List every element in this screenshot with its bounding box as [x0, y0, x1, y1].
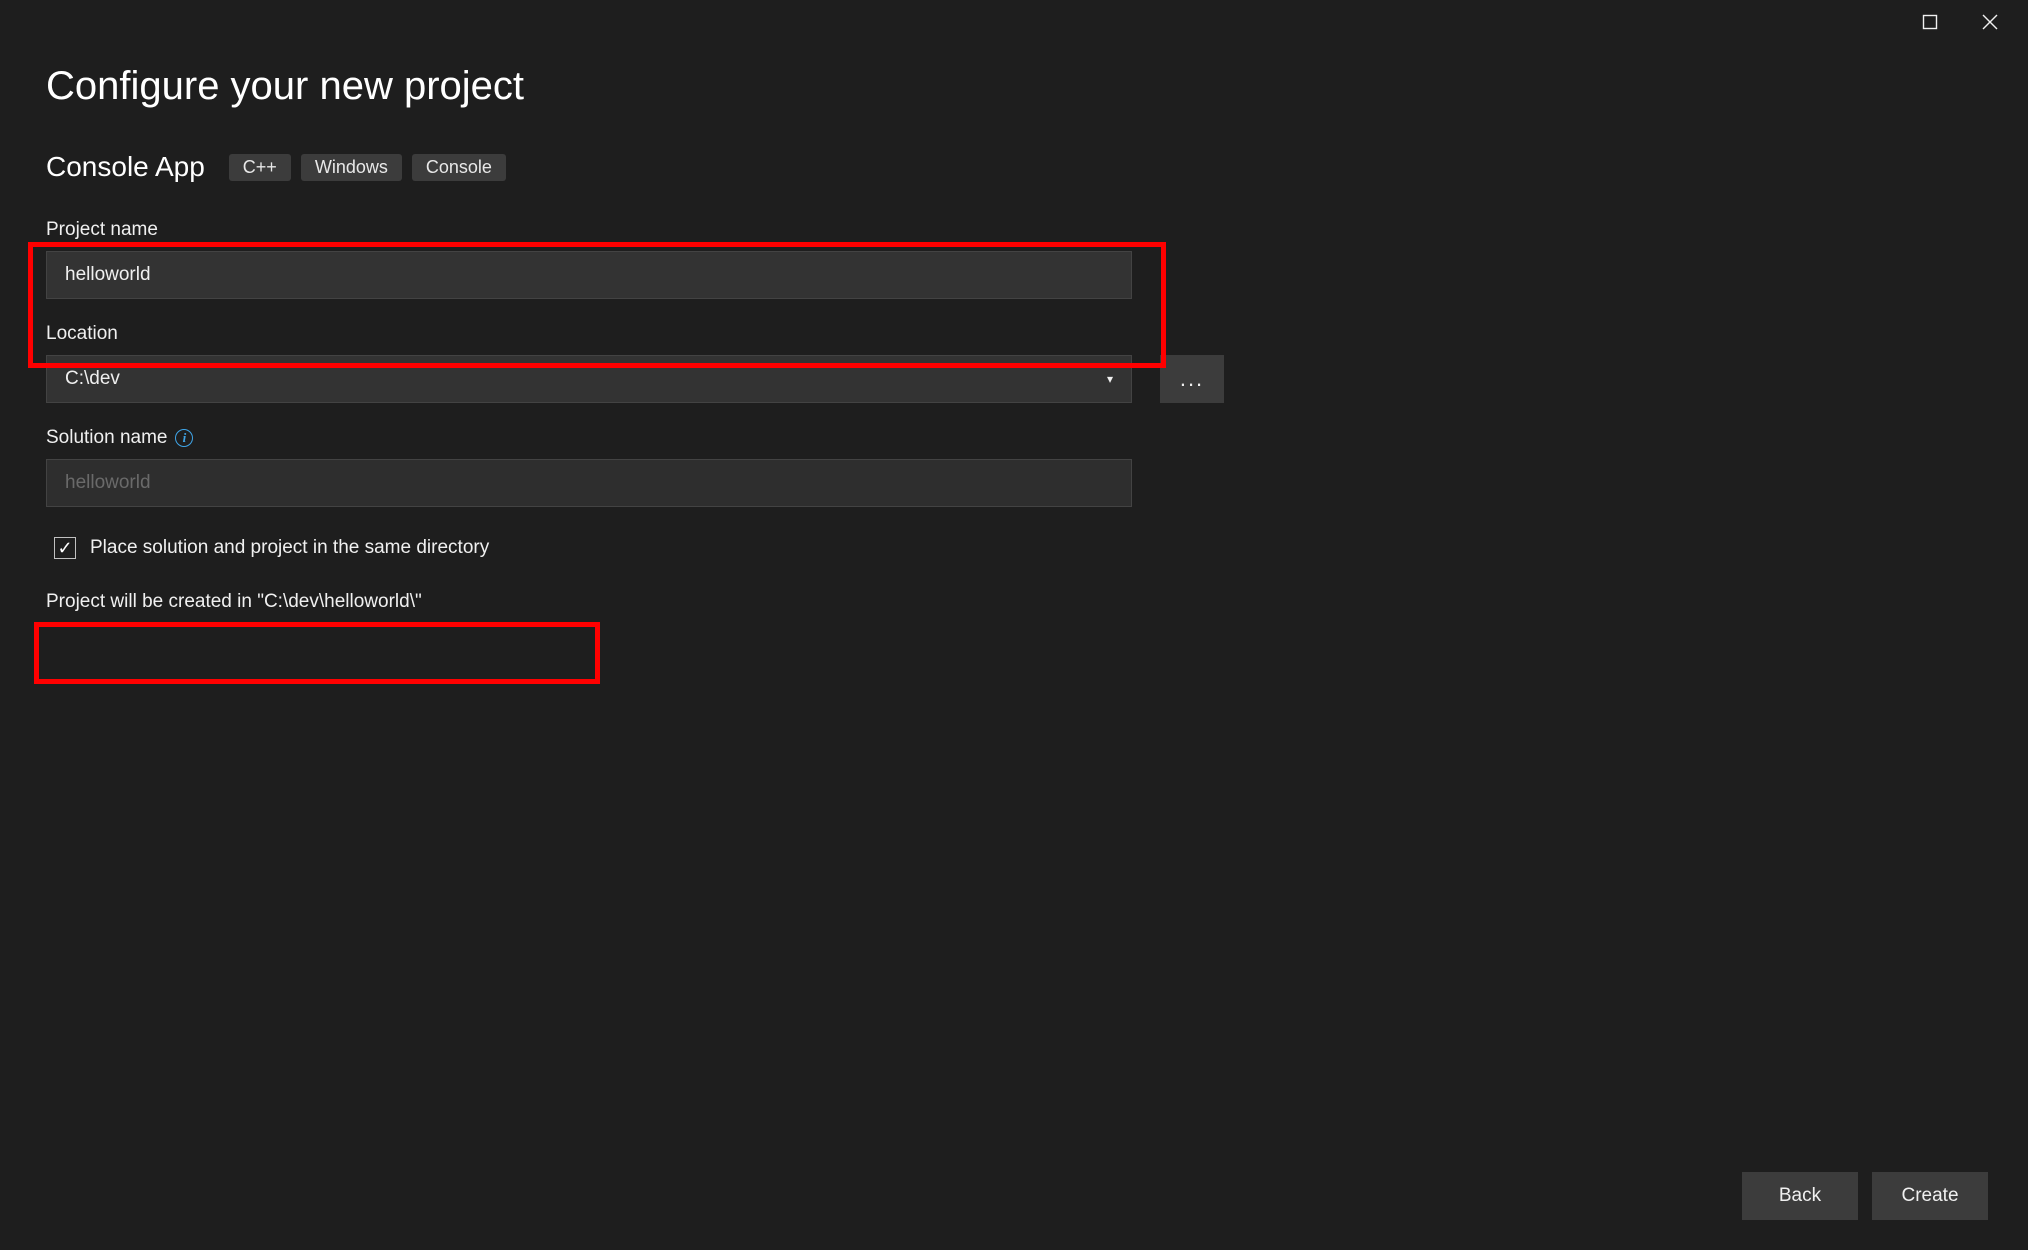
- solution-name-label-text: Solution name: [46, 427, 167, 449]
- template-name: Console App: [46, 151, 205, 183]
- close-button[interactable]: [1960, 0, 2020, 44]
- template-tag: C++: [229, 154, 291, 181]
- browse-button[interactable]: ...: [1160, 355, 1224, 403]
- info-icon[interactable]: i: [175, 429, 193, 447]
- maximize-button[interactable]: [1900, 0, 1960, 44]
- location-label: Location: [46, 323, 1982, 345]
- project-name-label: Project name: [46, 219, 1982, 241]
- project-name-input[interactable]: [46, 251, 1132, 299]
- new-project-dialog: Configure your new project Console App C…: [0, 0, 2028, 1250]
- close-icon: [1982, 14, 1998, 30]
- titlebar: [0, 0, 2028, 44]
- content-area: Configure your new project Console App C…: [0, 44, 2028, 1250]
- create-button[interactable]: Create: [1872, 1172, 1988, 1220]
- chevron-down-icon: ▾: [1107, 372, 1113, 386]
- template-tag: Windows: [301, 154, 402, 181]
- location-value: C:\dev: [65, 368, 120, 390]
- template-row: Console App C++ Windows Console: [46, 151, 1982, 183]
- same-directory-checkbox[interactable]: [54, 537, 76, 559]
- same-directory-label: Place solution and project in the same d…: [90, 537, 489, 559]
- solution-name-input: [46, 459, 1132, 507]
- maximize-icon: [1922, 14, 1938, 30]
- project-path-hint: Project will be created in "C:\dev\hello…: [46, 591, 1982, 613]
- same-directory-row[interactable]: Place solution and project in the same d…: [46, 531, 1982, 565]
- dialog-footer: Back Create: [1742, 1172, 1988, 1220]
- template-tag: Console: [412, 154, 506, 181]
- back-button[interactable]: Back: [1742, 1172, 1858, 1220]
- location-combobox[interactable]: C:\dev ▾: [46, 355, 1132, 403]
- location-row: C:\dev ▾ ...: [46, 355, 1982, 403]
- solution-name-label: Solution name i: [46, 427, 1982, 449]
- template-tags: C++ Windows Console: [229, 154, 506, 181]
- solution-name-group: Solution name i: [46, 427, 1982, 507]
- page-title: Configure your new project: [46, 64, 1982, 109]
- location-group: Location C:\dev ▾ ...: [46, 323, 1982, 403]
- project-name-group: Project name: [46, 219, 1982, 299]
